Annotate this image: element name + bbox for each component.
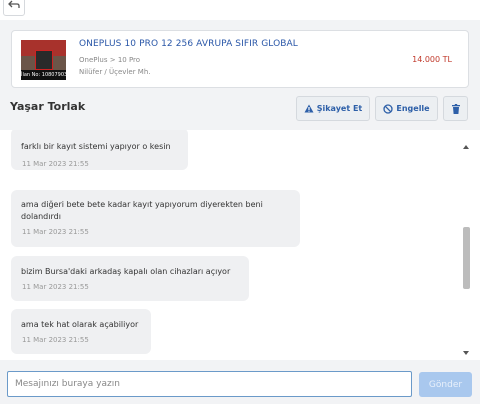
user-name: Yaşar Torlak [10,100,86,113]
message-time: 11 Mar 2023 21:55 [22,283,89,291]
scroll-down-arrow-icon[interactable] [463,351,469,355]
message-time: 11 Mar 2023 21:55 [22,228,89,236]
thumbnail-caption: İlan No: 1080790342 [21,70,66,80]
compose-bar: Gönder [0,360,480,404]
complain-button[interactable]: Şikayet Et [296,96,370,121]
send-button[interactable]: Gönder [419,372,472,397]
scroll-thumb[interactable] [463,227,470,289]
message-bubble: ama tek hat olarak açabiliyor 11 Mar 202… [11,309,151,354]
product-location: Nilüfer / Üçevler Mh. [79,68,151,76]
product-card[interactable]: İlan No: 1080790342 ONEPLUS 10 PRO 12 25… [11,30,469,88]
block-label: Engelle [396,104,430,113]
delete-button[interactable] [443,96,468,121]
message-bubble: bizim Bursa'daki arkadaş kapalı olan cih… [11,256,249,301]
complain-label: Şikayet Et [316,104,363,113]
message-bubble: farklı bir kayıt sistemi yapıyor o kesin… [11,130,188,170]
back-arrow-icon [8,0,20,8]
warning-icon [304,104,314,113]
message-bubble: ama diğeri bete bete kadar kayıt yapıyor… [11,190,300,247]
message-input[interactable] [7,371,412,397]
ban-icon [383,103,394,114]
product-title[interactable]: ONEPLUS 10 PRO 12 256 AVRUPA SIFIR GLOBA… [79,39,298,49]
product-category: OnePlus > 10 Pro [79,56,141,64]
message-text: ama diğeri bete bete kadar kayıt yapıyor… [21,200,263,221]
message-text: ama tek hat olarak açabiliyor [21,320,139,329]
top-bar [0,0,480,20]
message-text: farklı bir kayıt sistemi yapıyor o kesin [21,142,171,151]
scroll-up-arrow-icon[interactable] [463,145,469,149]
message-text: bizim Bursa'daki arkadaş kapalı olan cih… [21,267,231,276]
message-time: 11 Mar 2023 21:55 [22,336,89,344]
message-time: 11 Mar 2023 21:55 [22,160,89,168]
message-scrollbar[interactable] [462,143,471,357]
product-price: 14.000 TL [412,55,452,64]
block-button[interactable]: Engelle [375,96,438,121]
message-list[interactable]: farklı bir kayıt sistemi yapıyor o kesin… [0,130,480,360]
product-thumbnail[interactable]: İlan No: 1080790342 [21,40,66,80]
conversation-header: Yaşar Torlak Şikayet Et Engelle [0,88,480,128]
trash-icon [451,103,460,114]
back-button[interactable] [3,0,25,16]
